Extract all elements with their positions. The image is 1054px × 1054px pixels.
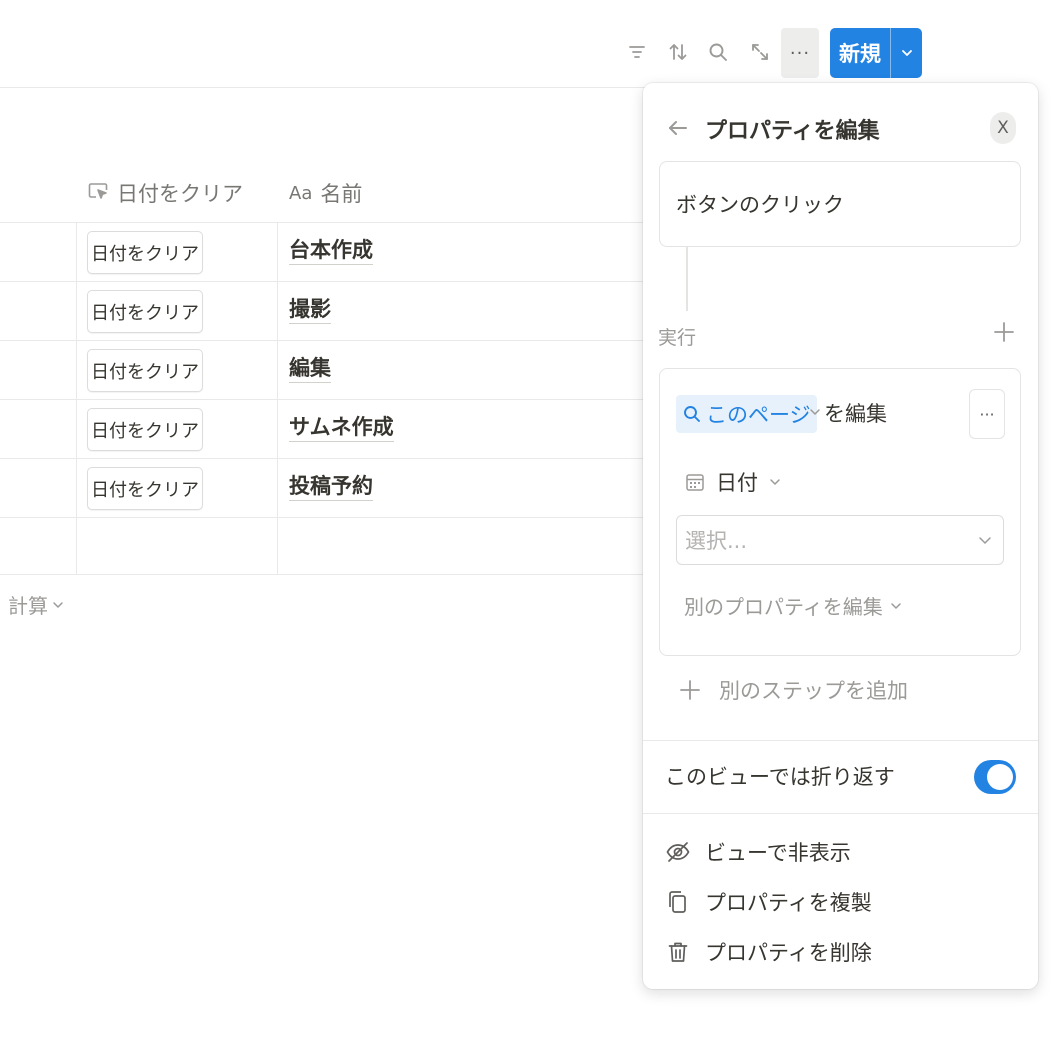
cell-divider xyxy=(76,400,77,458)
value-select[interactable]: 選択... xyxy=(676,515,1004,565)
column-header-clear-date[interactable]: 日付をクリア xyxy=(87,176,243,210)
back-arrow-icon[interactable] xyxy=(665,115,691,141)
column-header-label: 名前 xyxy=(320,182,363,206)
edit-property-panel: プロパティを編集 X ボタンのクリック 実行 このページ を編集 ··· 日付 … xyxy=(643,83,1038,989)
clear-date-button[interactable]: 日付をクリア xyxy=(87,349,203,392)
filter-icon[interactable] xyxy=(622,36,652,68)
select-placeholder: 選択... xyxy=(685,529,748,553)
hide-in-view-label: ビューで非表示 xyxy=(705,841,851,865)
table-row: 日付をクリア サムネ作成 xyxy=(0,400,650,459)
add-action-plus-icon[interactable] xyxy=(991,319,1017,345)
search-icon xyxy=(684,406,700,422)
row-title-link[interactable]: 編集 xyxy=(289,354,331,383)
clear-date-button[interactable]: 日付をクリア xyxy=(87,290,203,333)
chevron-down-icon xyxy=(979,537,991,545)
add-step-label: 別のステップを追加 xyxy=(719,679,908,703)
panel-title: プロパティを編集 xyxy=(705,119,880,144)
cell-divider xyxy=(277,282,278,340)
cell-divider xyxy=(277,400,278,458)
sort-icon[interactable] xyxy=(663,36,693,68)
cell-divider xyxy=(76,223,77,281)
clear-date-button[interactable]: 日付をクリア xyxy=(87,467,203,510)
chevron-down-icon xyxy=(891,602,901,609)
new-row-area[interactable] xyxy=(0,517,650,575)
table-row: 日付をクリア 編集 xyxy=(0,341,650,400)
cell-divider xyxy=(76,517,77,574)
row-title-link[interactable]: 台本作成 xyxy=(289,236,373,265)
date-property-selector[interactable]: 日付 xyxy=(684,467,782,497)
run-section-label: 実行 xyxy=(658,327,697,349)
trigger-box[interactable]: ボタンのクリック xyxy=(659,161,1021,247)
delete-property-menu-item[interactable]: プロパティを削除 xyxy=(665,937,872,967)
target-page-chip[interactable]: このページ xyxy=(676,395,817,433)
edit-other-property-button[interactable]: 別のプロパティを編集 xyxy=(684,591,903,620)
action-verb: を編集 xyxy=(824,402,887,426)
row-title-link[interactable]: 投稿予約 xyxy=(289,472,373,501)
new-dropdown-chevron-icon[interactable] xyxy=(891,28,922,78)
cell-divider xyxy=(277,517,278,574)
wrap-in-view-label: このビューでは折り返す xyxy=(665,765,895,789)
column-header-label: 日付をクリア xyxy=(117,182,243,206)
cell-divider xyxy=(277,459,278,517)
row-title-link[interactable]: 撮影 xyxy=(289,295,331,324)
cell-divider xyxy=(277,341,278,399)
date-property-label: 日付 xyxy=(716,471,758,495)
table-row: 日付をクリア 投稿予約 xyxy=(0,459,650,518)
chevron-down-icon[interactable] xyxy=(808,405,822,419)
button-cursor-icon xyxy=(87,180,109,207)
column-header-name[interactable]: Aa 名前 xyxy=(289,176,362,210)
delete-property-label: プロパティを削除 xyxy=(705,941,872,965)
calculate-button[interactable]: 計算 xyxy=(8,590,64,619)
new-button-label[interactable]: 新規 xyxy=(830,28,890,78)
chevron-down-icon xyxy=(770,479,780,486)
trash-icon xyxy=(668,942,688,962)
close-button[interactable]: X xyxy=(990,112,1016,144)
search-icon[interactable] xyxy=(703,36,733,68)
row-title-link[interactable]: サムネ作成 xyxy=(289,413,394,442)
cell-divider xyxy=(76,341,77,399)
cell-divider xyxy=(76,459,77,517)
hide-in-view-menu-item[interactable]: ビューで非表示 xyxy=(665,837,851,867)
table-row: 日付をクリア 台本作成 xyxy=(0,223,650,282)
eye-off-icon xyxy=(666,842,690,862)
panel-divider xyxy=(643,813,1038,814)
toolbar-divider xyxy=(0,87,650,88)
title-aa-icon: Aa xyxy=(289,182,313,204)
calculate-label: 計算 xyxy=(8,594,48,618)
panel-divider xyxy=(643,740,1038,741)
clear-date-button[interactable]: 日付をクリア xyxy=(87,231,203,274)
duplicate-property-menu-item[interactable]: プロパティを複製 xyxy=(665,887,872,917)
duplicate-property-label: プロパティを複製 xyxy=(705,891,872,915)
plus-icon xyxy=(680,680,700,700)
edit-page-action-card: このページ を編集 ··· 日付 選択... 別のプロパティを編集 xyxy=(659,368,1021,656)
chevron-down-icon xyxy=(53,601,63,608)
toggle-knob xyxy=(987,764,1013,790)
cell-divider xyxy=(277,223,278,281)
target-page-label: このページ xyxy=(706,403,811,427)
add-step-button[interactable]: 別のステップを追加 xyxy=(679,675,908,705)
expand-icon[interactable] xyxy=(745,36,775,68)
flow-connector xyxy=(686,247,688,311)
edit-other-property-label: 別のプロパティを編集 xyxy=(684,595,883,619)
action-more-button[interactable]: ··· xyxy=(969,389,1005,439)
new-button[interactable]: 新規 xyxy=(830,28,922,78)
clear-date-button[interactable]: 日付をクリア xyxy=(87,408,203,451)
calendar-icon xyxy=(686,474,704,491)
wrap-in-view-toggle[interactable] xyxy=(974,760,1016,794)
cell-divider xyxy=(76,282,77,340)
duplicate-icon xyxy=(669,891,686,913)
table-row: 日付をクリア 撮影 xyxy=(0,282,650,341)
more-options-button[interactable]: ··· xyxy=(781,28,819,78)
